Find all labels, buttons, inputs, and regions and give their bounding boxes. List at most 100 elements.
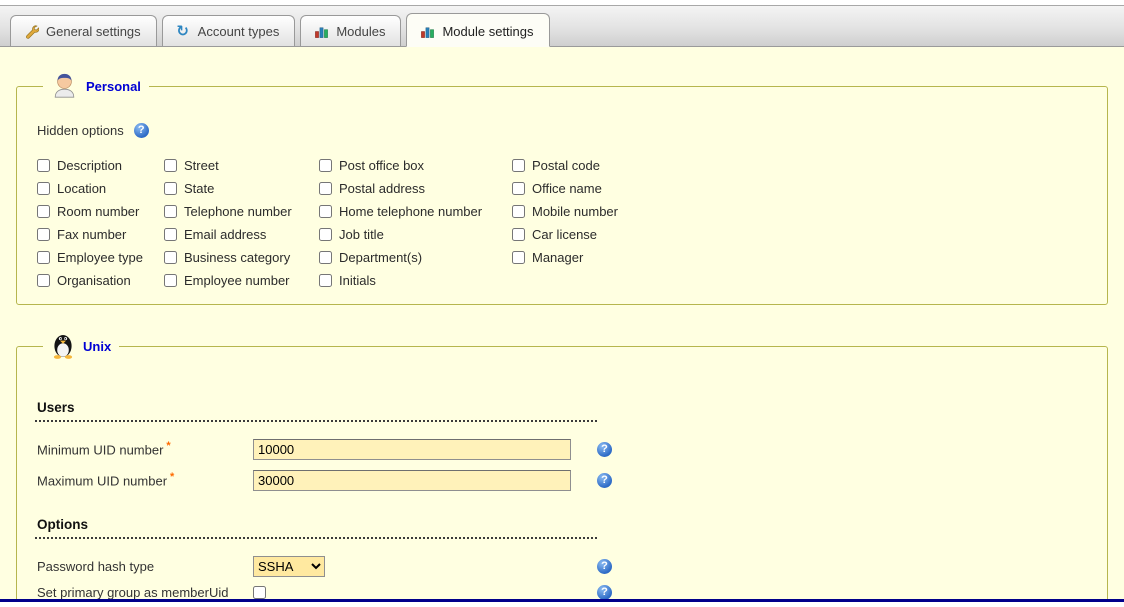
hidden-option-label: Organisation bbox=[57, 273, 131, 288]
hidden-options-column: Postal code Office name Mobile number Ca… bbox=[512, 154, 618, 292]
minimum-uid-input[interactable] bbox=[253, 439, 571, 460]
section-options-header: Options bbox=[35, 517, 597, 539]
hidden-option[interactable]: Telephone number bbox=[164, 200, 319, 223]
hidden-option-checkbox[interactable] bbox=[319, 274, 332, 287]
hidden-option-checkbox[interactable] bbox=[512, 159, 525, 172]
hidden-option[interactable]: Organisation bbox=[37, 269, 164, 292]
tab-label: Account types bbox=[198, 24, 280, 39]
hidden-option-label: Room number bbox=[57, 204, 139, 219]
tab-account-types[interactable]: ↻ Account types bbox=[162, 15, 296, 46]
hidden-option[interactable]: Manager bbox=[512, 246, 618, 269]
hidden-option-label: Home telephone number bbox=[339, 204, 482, 219]
unix-legend-label: Unix bbox=[83, 339, 111, 354]
minimum-uid-row: Minimum UID number* ? bbox=[35, 438, 1089, 460]
hidden-option[interactable]: Office name bbox=[512, 177, 618, 200]
tab-module-settings[interactable]: Module settings bbox=[406, 13, 549, 47]
hidden-option-checkbox[interactable] bbox=[512, 228, 525, 241]
hidden-option-checkbox[interactable] bbox=[164, 182, 177, 195]
hidden-option-checkbox[interactable] bbox=[164, 274, 177, 287]
hidden-option[interactable]: Business category bbox=[164, 246, 319, 269]
hidden-option-label: Postal address bbox=[339, 181, 425, 196]
help-icon[interactable]: ? bbox=[134, 123, 149, 138]
section-users-header: Users bbox=[35, 400, 597, 422]
hidden-option-label: Business category bbox=[184, 250, 290, 265]
hidden-option-checkbox[interactable] bbox=[164, 159, 177, 172]
hidden-option[interactable]: Department(s) bbox=[319, 246, 512, 269]
hidden-option-checkbox[interactable] bbox=[512, 205, 525, 218]
hidden-option[interactable]: Car license bbox=[512, 223, 618, 246]
hidden-option[interactable]: Location bbox=[37, 177, 164, 200]
password-hash-select[interactable]: SSHA bbox=[253, 556, 325, 577]
hidden-options-grid: Description Location Room number Fax num… bbox=[37, 154, 1089, 292]
required-marker: * bbox=[166, 440, 170, 452]
hidden-option[interactable]: Employee number bbox=[164, 269, 319, 292]
hidden-option-label: Manager bbox=[532, 250, 583, 265]
hidden-option-checkbox[interactable] bbox=[164, 205, 177, 218]
hidden-option[interactable]: Description bbox=[37, 154, 164, 177]
hidden-option-checkbox[interactable] bbox=[319, 159, 332, 172]
hidden-option[interactable]: Postal address bbox=[319, 177, 512, 200]
hidden-option-checkbox[interactable] bbox=[512, 251, 525, 264]
maximum-uid-label: Maximum UID number bbox=[37, 474, 167, 489]
hidden-option-checkbox[interactable] bbox=[37, 251, 50, 264]
hidden-option-checkbox[interactable] bbox=[319, 205, 332, 218]
bar-chart-icon bbox=[419, 23, 435, 39]
hidden-option-checkbox[interactable] bbox=[319, 228, 332, 241]
hidden-option-checkbox[interactable] bbox=[37, 205, 50, 218]
hidden-option-label: Telephone number bbox=[184, 204, 292, 219]
hidden-option-label: Office name bbox=[532, 181, 602, 196]
hidden-option-label: Employee type bbox=[57, 250, 143, 265]
help-icon[interactable]: ? bbox=[597, 585, 612, 600]
settings-content: Personal Hidden options ? Description Lo… bbox=[0, 47, 1124, 599]
hidden-option[interactable]: Fax number bbox=[37, 223, 164, 246]
unix-fieldset: Unix Users Minimum UID number* ? Maximum… bbox=[16, 331, 1108, 599]
hidden-option-checkbox[interactable] bbox=[164, 228, 177, 241]
tab-general-settings[interactable]: General settings bbox=[10, 15, 157, 46]
member-uid-label: Set primary group as memberUid bbox=[35, 585, 253, 600]
hidden-option[interactable]: Job title bbox=[319, 223, 512, 246]
hidden-option[interactable]: State bbox=[164, 177, 319, 200]
section-title: Options bbox=[37, 517, 88, 532]
help-icon[interactable]: ? bbox=[597, 559, 612, 574]
password-hash-row: Password hash type SSHA ? bbox=[35, 555, 1089, 577]
hidden-option[interactable]: Email address bbox=[164, 223, 319, 246]
hidden-option[interactable]: Employee type bbox=[37, 246, 164, 269]
hidden-options-column: Street State Telephone number Email addr… bbox=[164, 154, 319, 292]
bar-chart-icon bbox=[313, 23, 329, 39]
hidden-option-checkbox[interactable] bbox=[164, 251, 177, 264]
minimum-uid-label: Minimum UID number bbox=[37, 443, 163, 458]
member-uid-checkbox[interactable] bbox=[253, 586, 266, 599]
maximum-uid-input[interactable] bbox=[253, 470, 571, 491]
hidden-option-checkbox[interactable] bbox=[319, 251, 332, 264]
hidden-option-label: Post office box bbox=[339, 158, 424, 173]
hidden-option-checkbox[interactable] bbox=[37, 182, 50, 195]
hidden-option[interactable]: Mobile number bbox=[512, 200, 618, 223]
hidden-option-checkbox[interactable] bbox=[37, 274, 50, 287]
hidden-option-label: Employee number bbox=[184, 273, 290, 288]
hidden-option-checkbox[interactable] bbox=[37, 159, 50, 172]
field-label: Password hash type bbox=[35, 559, 253, 574]
section-title: Users bbox=[37, 400, 75, 415]
unix-legend: Unix bbox=[43, 331, 119, 362]
personal-legend-label: Personal bbox=[86, 79, 141, 94]
hidden-option-checkbox[interactable] bbox=[37, 228, 50, 241]
hidden-option[interactable]: Room number bbox=[37, 200, 164, 223]
hidden-option-checkbox[interactable] bbox=[319, 182, 332, 195]
hidden-option-label: Department(s) bbox=[339, 250, 422, 265]
required-marker: * bbox=[170, 471, 174, 483]
help-icon[interactable]: ? bbox=[597, 473, 612, 488]
hidden-option-label: Fax number bbox=[57, 227, 126, 242]
hidden-option[interactable]: Initials bbox=[319, 269, 512, 292]
help-icon[interactable]: ? bbox=[597, 442, 612, 457]
hidden-option-label: Email address bbox=[184, 227, 266, 242]
hidden-option[interactable]: Street bbox=[164, 154, 319, 177]
hidden-option[interactable]: Home telephone number bbox=[319, 200, 512, 223]
member-uid-row: Set primary group as memberUid ? bbox=[35, 581, 1089, 599]
tux-penguin-icon bbox=[51, 331, 75, 362]
hidden-options-row: Hidden options ? bbox=[37, 123, 1089, 138]
hidden-option[interactable]: Postal code bbox=[512, 154, 618, 177]
tab-label: Modules bbox=[336, 24, 385, 39]
tab-modules[interactable]: Modules bbox=[300, 15, 401, 46]
hidden-option-checkbox[interactable] bbox=[512, 182, 525, 195]
hidden-option[interactable]: Post office box bbox=[319, 154, 512, 177]
